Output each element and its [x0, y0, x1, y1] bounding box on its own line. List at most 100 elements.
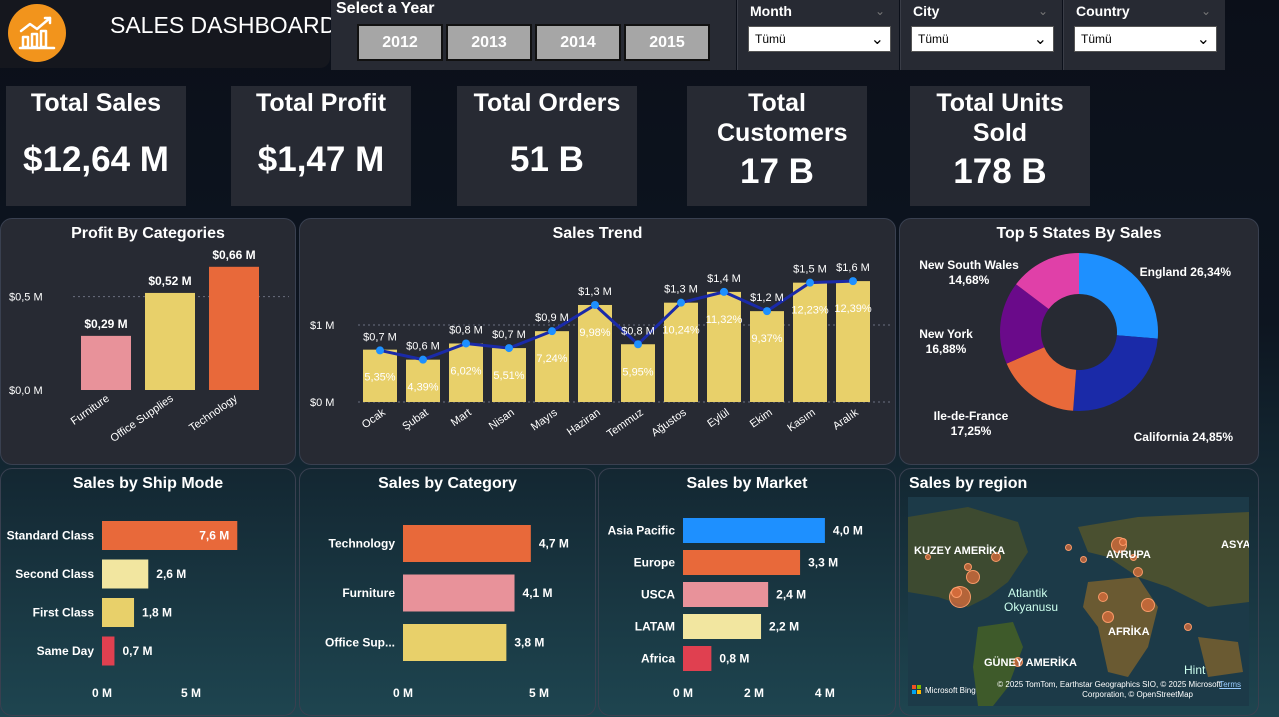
trend-point [849, 277, 857, 286]
data-label: $1,4 M [707, 273, 741, 285]
bar [403, 525, 531, 562]
sales-bubble[interactable] [1098, 592, 1108, 602]
dashboard-logo-icon [8, 4, 66, 62]
x-tick-label: Kasım [785, 407, 817, 435]
trend-point [806, 278, 814, 287]
city-dropdown[interactable]: Tümü ⌄ [911, 26, 1054, 52]
kpi-total-orders: Total Orders 51 B [457, 86, 637, 206]
share-label: 12,23% [791, 305, 829, 317]
x-tick-label: Temmuz [605, 407, 646, 441]
sales-bubble[interactable] [950, 586, 962, 598]
data-label: 3,3 M [808, 556, 838, 570]
data-label: $0,8 M [449, 324, 483, 336]
month-dropdown[interactable]: Tümü ⌄ [748, 26, 891, 52]
bar [683, 614, 762, 639]
kpi-total-customers: Total Customers 17 B [687, 86, 867, 206]
kpi-total-sales: Total Sales $12,64 M [6, 86, 186, 206]
trend-point [720, 287, 728, 296]
month-slicer: Month ⌄ Tümü ⌄ [737, 0, 899, 70]
x-tick-label: 5 M [529, 686, 549, 700]
slice-label: California 24,85% [1134, 430, 1234, 444]
kpi-value: 178 B [953, 152, 1047, 191]
chevron-down-icon: ⌄ [870, 31, 884, 48]
share-label: 5,95% [622, 366, 653, 378]
x-tick-label: Nisan [487, 407, 517, 433]
bar [683, 582, 769, 607]
sales-bubble[interactable] [1184, 623, 1192, 631]
category-label: Furniture [342, 586, 395, 600]
kpi-label: Total Profit [255, 89, 387, 117]
sales-by-category-chart: Technology 4,7 M Furniture 4,1 M Office Sup.… [325, 525, 569, 700]
profit-by-categories-chart: $0,0 M $0,5 M $0,29 M Furniture $0,52 M Offic… [9, 248, 289, 445]
chevron-down-icon[interactable]: ⌄ [1201, 4, 1211, 18]
sales-bubble[interactable] [1133, 567, 1143, 577]
y-tick-label: $0,0 M [9, 385, 43, 397]
x-tick-label: 4 M [815, 686, 835, 700]
city-slicer: City ⌄ Tümü ⌄ [900, 0, 1062, 70]
x-tick-label: 0 M [92, 686, 112, 700]
kpi-value: $12,64 M [23, 140, 169, 179]
bar [664, 302, 698, 402]
sales-bubble[interactable] [1064, 543, 1072, 551]
sales-by-market-chart: Asia Pacific 4,0 M Europe 3,3 M USCA 2,4 M LAT… [608, 518, 863, 700]
sales-bubble[interactable] [1102, 611, 1114, 623]
category-label: USCA [641, 588, 675, 602]
sales-bubble[interactable] [966, 570, 980, 584]
map-label: Hint [1184, 663, 1206, 677]
city-dropdown-value: Tümü [918, 32, 949, 46]
x-tick-label: 0 M [393, 686, 413, 700]
trend-point [677, 298, 685, 307]
chevron-down-icon[interactable]: ⌄ [1038, 4, 1048, 18]
year-button-2013[interactable]: 2013 [446, 24, 532, 61]
category-label: Standard Class [7, 529, 95, 543]
y-tick-label: $0,5 M [9, 292, 43, 304]
data-label: 7,6 M [199, 529, 229, 543]
x-tick-label: Şubat [400, 407, 430, 433]
kpi-total-units-sold: Total Units Sold 178 B [910, 86, 1090, 206]
share-label: 10,24% [662, 325, 700, 337]
x-tick-label: 0 M [673, 686, 693, 700]
bar [750, 311, 784, 402]
data-label: 3,8 M [514, 636, 544, 650]
x-tick-label: Technology [187, 392, 240, 434]
category-label: Asia Pacific [608, 524, 676, 538]
sales-trend-card: Sales Trend $0 M $1 M 5,35% Ocak 4,39% Şubat 6… [299, 218, 896, 465]
data-label: $1,6 M [836, 262, 870, 274]
data-label: $1,3 M [664, 284, 698, 296]
sales-bubble[interactable] [1141, 598, 1155, 612]
bar [403, 574, 515, 612]
category-label: Office Sup... [325, 636, 395, 650]
kpi-label: Total Units Sold [936, 89, 1064, 147]
map-label: Atlantik [1008, 586, 1048, 600]
bar [793, 282, 827, 402]
sales-by-category-card: Sales by Category Technology 4,7 M Furnitu… [299, 468, 596, 716]
year-button-2015[interactable]: 2015 [624, 24, 710, 61]
map-label: AFRİKA [1108, 626, 1150, 638]
category-label: Technology [329, 537, 396, 551]
y-tick-label: $0 M [310, 397, 334, 409]
y-tick-label: $1 M [310, 320, 334, 332]
sales-bubble[interactable] [1119, 538, 1127, 546]
data-label: 4,0 M [833, 524, 863, 538]
chevron-down-icon[interactable]: ⌄ [875, 4, 885, 18]
year-slicer-label: Select a Year [336, 0, 435, 17]
trend-point [376, 346, 384, 355]
x-tick-label: 2 M [744, 686, 764, 700]
month-slicer-label: Month [750, 3, 792, 19]
card-title: Sales by region [909, 475, 1028, 492]
data-label: $0,66 M [212, 248, 255, 262]
x-tick-label: Ocak [360, 406, 388, 431]
data-label: 2,4 M [776, 588, 806, 602]
map-terms-link[interactable]: Terms [1219, 680, 1241, 689]
slice-label: New South Wales 14,68% [919, 258, 1019, 287]
sales-bubble[interactable] [964, 563, 972, 571]
year-button-2012[interactable]: 2012 [357, 24, 443, 61]
x-tick-label: Mart [449, 407, 474, 429]
region-map[interactable]: KUZEY AMERİKA AVRUPA ASYA Atlantik Okyan… [908, 497, 1249, 706]
year-button-2014[interactable]: 2014 [535, 24, 621, 61]
sales-bubble[interactable] [1079, 555, 1087, 563]
category-label: LATAM [635, 620, 675, 634]
country-dropdown[interactable]: Tümü ⌄ [1074, 26, 1217, 52]
bar [403, 624, 507, 661]
trend-point [462, 339, 470, 348]
